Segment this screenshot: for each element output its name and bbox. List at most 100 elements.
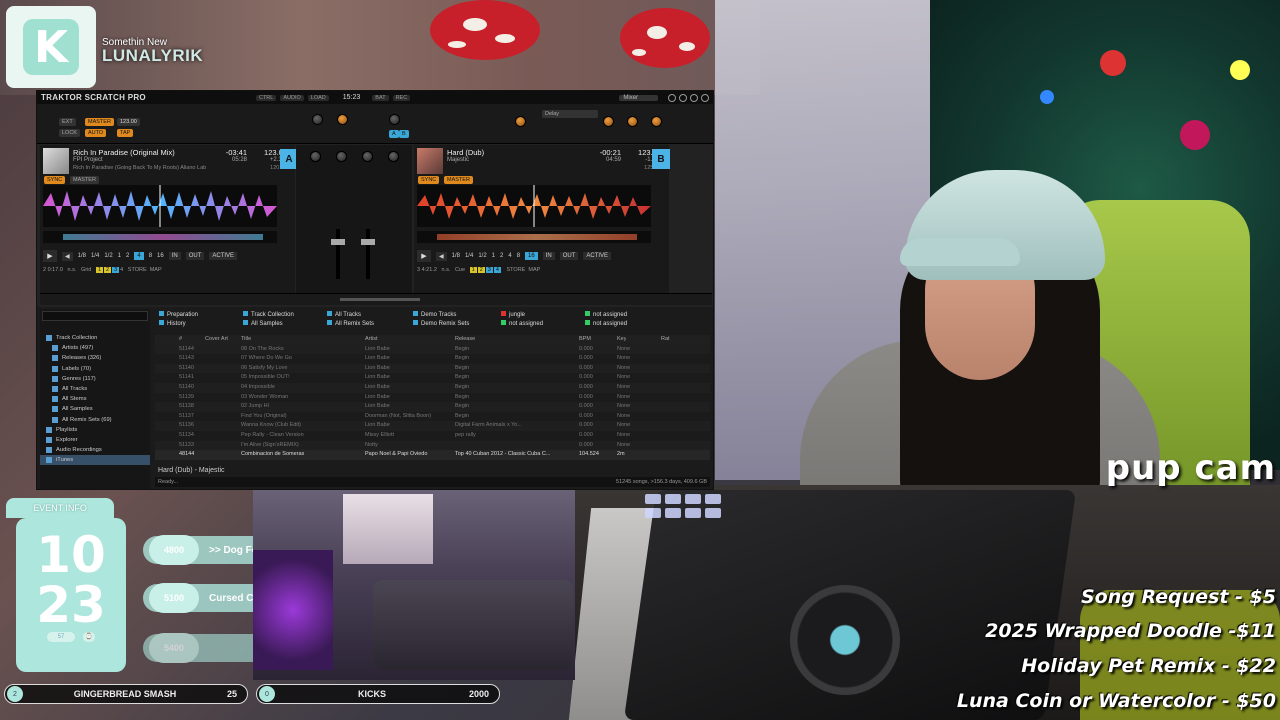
loop-size[interactable]: 1/2	[104, 253, 112, 259]
master-clock-button[interactable]: MASTER	[85, 118, 114, 126]
loop-size[interactable]: 16	[157, 253, 164, 259]
hotcue-button[interactable]: 2	[477, 267, 485, 273]
loop-size[interactable]: 1/8	[78, 253, 86, 259]
table-row[interactable]: 51136 Wanna Know (Club Edit) Lion Babe Digi…	[155, 421, 710, 431]
table-row[interactable]: 51141 05 Impossible OUT! Lion Babe Begin 0.0…	[155, 373, 710, 383]
rate-knob[interactable]	[651, 116, 662, 127]
monitor-knob[interactable]	[389, 114, 400, 125]
favorite-item[interactable]: not assigned	[585, 320, 673, 329]
table-row[interactable]: 51139 03 Wonder Woman Lion Babe Begin 0.000 N…	[155, 393, 710, 403]
favorite-item[interactable]: History	[159, 320, 247, 329]
loop-size[interactable]: 1/4	[465, 253, 473, 259]
loop-size[interactable]: 4	[508, 253, 511, 259]
preview-player[interactable]	[40, 323, 150, 333]
column-header[interactable]: Release	[455, 335, 475, 345]
deck-a-waveform[interactable]	[43, 185, 277, 227]
filter-knob[interactable]	[387, 151, 399, 162]
loop-size[interactable]: 1/2	[478, 253, 486, 259]
search-icon[interactable]	[668, 93, 676, 102]
tree-item-all-tracks[interactable]: All Tracks	[40, 384, 150, 394]
table-row[interactable]: 51144 08 On The Rocks Lion Babe Begin 0.000 N…	[155, 344, 710, 355]
column-header[interactable]: #	[179, 335, 182, 345]
loop-size[interactable]: 4	[134, 252, 144, 260]
channel-a-fader[interactable]	[331, 229, 345, 279]
crossfader[interactable]	[340, 298, 420, 301]
cue-button[interactable]: ◀	[436, 251, 447, 261]
table-row[interactable]: 48144 Combinacion de Someras Papo Noel & P…	[155, 450, 710, 460]
feedback-knob[interactable]	[627, 116, 638, 127]
tree-item-genres[interactable]: Genres (117)	[40, 374, 150, 384]
loop-out-button[interactable]: OUT	[559, 252, 579, 260]
layout-select[interactable]: Mixer	[619, 94, 658, 101]
tap-button[interactable]: TAP	[117, 129, 134, 137]
table-row[interactable]: 51133 I'm Alive (Sign'sREMIX) Notty 0.000 No…	[155, 440, 710, 451]
master-bpm[interactable]: 123.00	[117, 118, 140, 126]
deck-b-waveform[interactable]	[417, 185, 651, 227]
play-button[interactable]: ▶	[417, 250, 431, 262]
loop-in-button[interactable]: IN	[168, 252, 181, 260]
favorite-item[interactable]: Demo Remix Sets	[413, 320, 501, 329]
favorite-item[interactable]: jungle	[501, 311, 589, 320]
tree-item-all-samples[interactable]: All Samples	[40, 404, 150, 414]
tree-item-all-remix-sets[interactable]: All Remix Sets (69)	[40, 415, 150, 425]
settings-icon[interactable]	[679, 93, 687, 102]
lo-knob[interactable]	[335, 151, 347, 162]
loop-size[interactable]: 1	[492, 253, 495, 259]
main-knob[interactable]	[312, 114, 323, 125]
favorite-item[interactable]: All Samples	[243, 320, 331, 329]
loop-size[interactable]: 8	[517, 253, 520, 259]
table-row[interactable]: 51140 04 Impossible Lion Babe Begin 0.000 Non…	[155, 382, 710, 393]
auto-button[interactable]: AUTO	[85, 129, 107, 137]
table-row[interactable]: 51138 02 Jump Hi Lion Babe Begin 0.000 None	[155, 402, 710, 412]
loop-size[interactable]: 8	[149, 253, 152, 259]
favorite-item[interactable]: Demo Tracks	[413, 311, 501, 320]
loop-size[interactable]: 2	[500, 253, 503, 259]
favorite-item[interactable]: Track Collection	[243, 311, 331, 320]
loop-size[interactable]: 2	[126, 253, 129, 259]
dry-wet-knob[interactable]	[515, 116, 526, 127]
lo-knob[interactable]	[361, 151, 373, 162]
column-header[interactable]: BPM	[579, 335, 591, 345]
grid-label[interactable]: Grid	[81, 267, 91, 273]
table-row[interactable]: 51143 07 Where Do We Go Lion Babe Begin 0.00…	[155, 354, 710, 364]
column-header[interactable]: Rat	[661, 335, 670, 345]
store-button[interactable]: STORE	[128, 267, 147, 273]
tree-item-labels[interactable]: Labels (70)	[40, 364, 150, 374]
tree-item-track-collection[interactable]: Track Collection	[40, 333, 150, 343]
gear-icon[interactable]	[690, 93, 698, 102]
fx-assign-button[interactable]: B	[399, 130, 409, 138]
sync-button[interactable]: SYNC	[44, 176, 66, 184]
fx-select[interactable]: Delay	[542, 110, 598, 118]
table-row[interactable]: 51134 Pep Rally - Clean Version Missy Elli…	[155, 431, 710, 441]
size-knob[interactable]	[337, 114, 348, 125]
master-button[interactable]: MASTER	[444, 176, 473, 184]
loop-size[interactable]: 1/8	[452, 253, 460, 259]
deck-b-overview[interactable]	[417, 231, 651, 243]
master-button[interactable]: MASTER	[70, 176, 99, 184]
loop-size[interactable]: 1/4	[91, 253, 99, 259]
fx-assign-button[interactable]: A	[389, 130, 399, 138]
sync-button[interactable]: SYNC	[418, 176, 440, 184]
store-button[interactable]: STORE	[506, 267, 525, 273]
favorite-item[interactable]: Preparation	[159, 311, 247, 320]
column-header[interactable]: Artist	[365, 335, 378, 345]
search-input[interactable]	[42, 311, 148, 321]
tree-item-explorer[interactable]: Explorer	[40, 435, 150, 445]
favorite-item[interactable]: not assigned	[501, 320, 589, 329]
table-row[interactable]: 51140 06 Satisfy My Love Lion Babe Begin 0.0…	[155, 363, 710, 374]
tree-item-audio-recordings[interactable]: Audio Recordings	[40, 445, 150, 455]
lock-button[interactable]: LOCK	[59, 129, 80, 137]
table-row[interactable]: 51137 Find You (Original) Doorman (Not, Sl…	[155, 412, 710, 422]
hotcue-button[interactable]: 4	[120, 267, 123, 273]
favorite-item[interactable]: All Tracks	[327, 311, 415, 320]
hotcue-button[interactable]: 2	[104, 267, 112, 273]
play-button[interactable]: ▶	[43, 250, 57, 262]
tree-item-itunes[interactable]: iTunes	[40, 455, 150, 466]
loop-size[interactable]: 16	[525, 252, 538, 260]
fullscreen-icon[interactable]	[701, 93, 709, 102]
tree-item-artists[interactable]: Artists (497)	[40, 343, 150, 353]
deck-a-overview[interactable]	[43, 231, 277, 243]
active-button[interactable]: ACTIVE	[583, 252, 612, 260]
ext-button[interactable]: EXT	[59, 118, 76, 126]
filter-knob[interactable]	[603, 116, 614, 127]
